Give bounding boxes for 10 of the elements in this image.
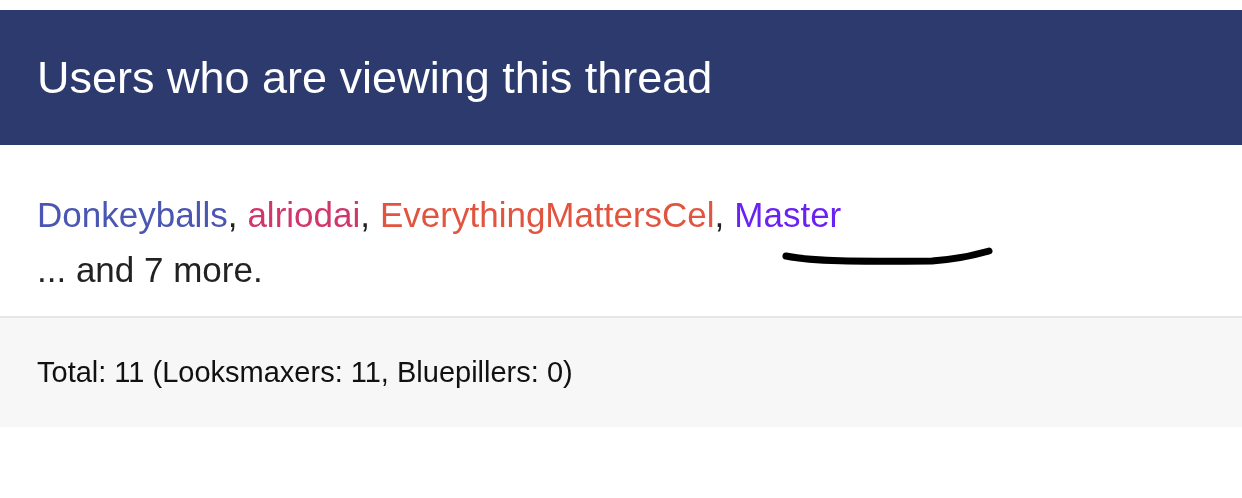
comma-separator: , [360,194,370,236]
user-link[interactable]: Master [734,187,842,242]
more-users-text: ... and 7 more. [37,249,263,291]
comma-separator: , [227,194,238,236]
total-text: Total: 11 (Looksmaxers: 11, Bluepillers: 0) [37,354,573,390]
header-title: Users who are viewing this thread [37,55,713,100]
user-link[interactable]: alriodai [247,187,361,242]
user-link[interactable]: EverythingMattersCel [380,187,715,242]
user-link[interactable]: Donkeyballs [37,187,228,242]
comma-separator: , [714,194,725,236]
